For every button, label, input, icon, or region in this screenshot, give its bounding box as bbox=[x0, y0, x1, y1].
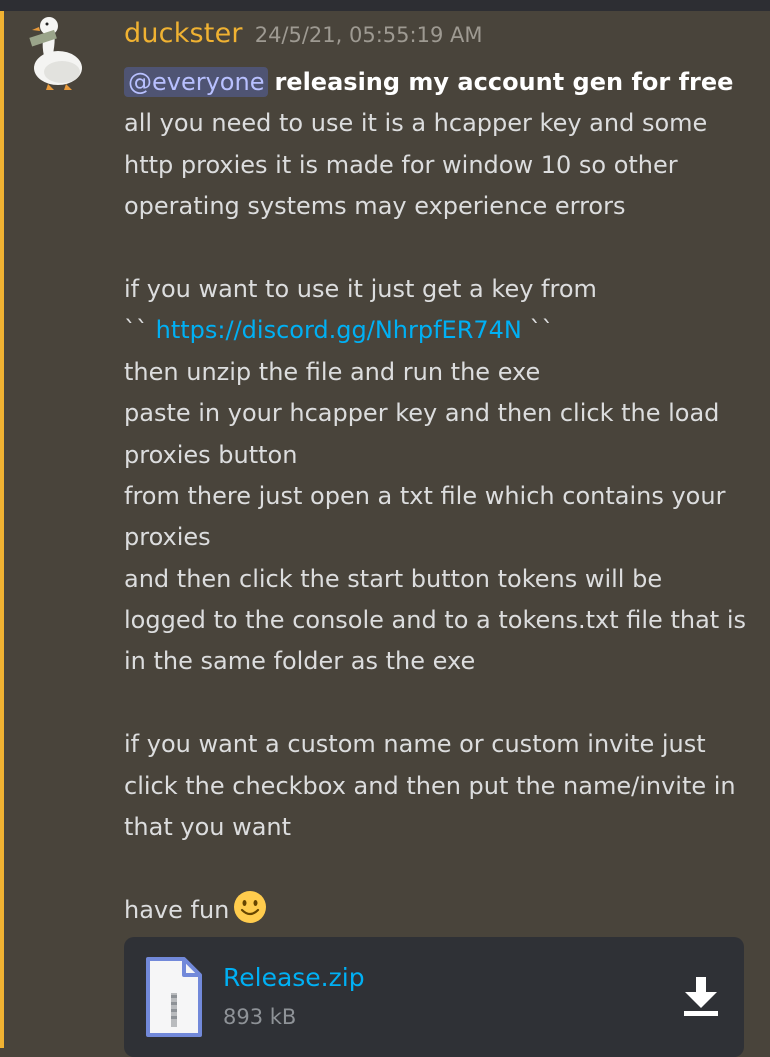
file-name-link[interactable]: Release.zip bbox=[223, 963, 365, 992]
timestamp: 24/5/21, 05:55:19 AM bbox=[254, 23, 483, 47]
message-line: click the checkbox and then put the name… bbox=[124, 771, 736, 800]
message-line: logged to the console and to a tokens.tx… bbox=[124, 606, 746, 635]
link-line: `` https://discord.gg/NhrpfER74N `` bbox=[124, 310, 764, 351]
file-attachment[interactable]: Release.zip 893 kB bbox=[124, 937, 744, 1057]
message-line: from there just open a txt file which co… bbox=[124, 481, 726, 510]
message-line: proxies button bbox=[124, 440, 298, 469]
message-line: and then click the start button tokens w… bbox=[124, 564, 663, 593]
message-line: all you need to use it is a hcapper key … bbox=[124, 109, 708, 138]
top-bar bbox=[0, 0, 770, 11]
message-line: proxies bbox=[124, 523, 211, 552]
avatar[interactable] bbox=[22, 12, 90, 92]
message-line: have fun bbox=[124, 895, 230, 924]
message-line: that you want bbox=[124, 813, 292, 842]
headline-line: @everyone releasing my account gen for fr… bbox=[124, 62, 764, 103]
message-line: if you want to use it just get a key fro… bbox=[124, 274, 597, 303]
username[interactable]: duckster bbox=[124, 18, 243, 49]
message-line: in the same folder as the exe bbox=[124, 647, 476, 676]
message-line: then unzip the file and run the exe bbox=[124, 357, 541, 386]
file-size: 893 kB bbox=[223, 1005, 297, 1029]
code-tick: `` bbox=[529, 316, 554, 345]
invite-link[interactable]: https://discord.gg/NhrpfER74N bbox=[156, 316, 522, 344]
code-tick: `` bbox=[124, 316, 148, 345]
message-line: http proxies it is made for window 10 so… bbox=[124, 150, 678, 179]
slightly-smiling-face-icon bbox=[234, 890, 267, 923]
have-fun-line: have fun bbox=[124, 890, 764, 931]
everyone-mention[interactable]: @everyone bbox=[124, 67, 269, 97]
message-line: if you want a custom name or custom invi… bbox=[124, 730, 706, 759]
mention-highlight-stripe bbox=[0, 11, 4, 1048]
zip-file-icon bbox=[146, 957, 202, 1037]
message-line: operating systems may experience errors bbox=[124, 192, 626, 221]
message-line: paste in your hcapper key and then click… bbox=[124, 399, 720, 428]
message-body: @everyone releasing my account gen for fr… bbox=[124, 62, 764, 931]
headline: releasing my account gen for free bbox=[274, 68, 734, 96]
message-header: duckster 24/5/21, 05:55:19 AM bbox=[124, 18, 482, 49]
download-icon[interactable] bbox=[681, 975, 721, 1017]
